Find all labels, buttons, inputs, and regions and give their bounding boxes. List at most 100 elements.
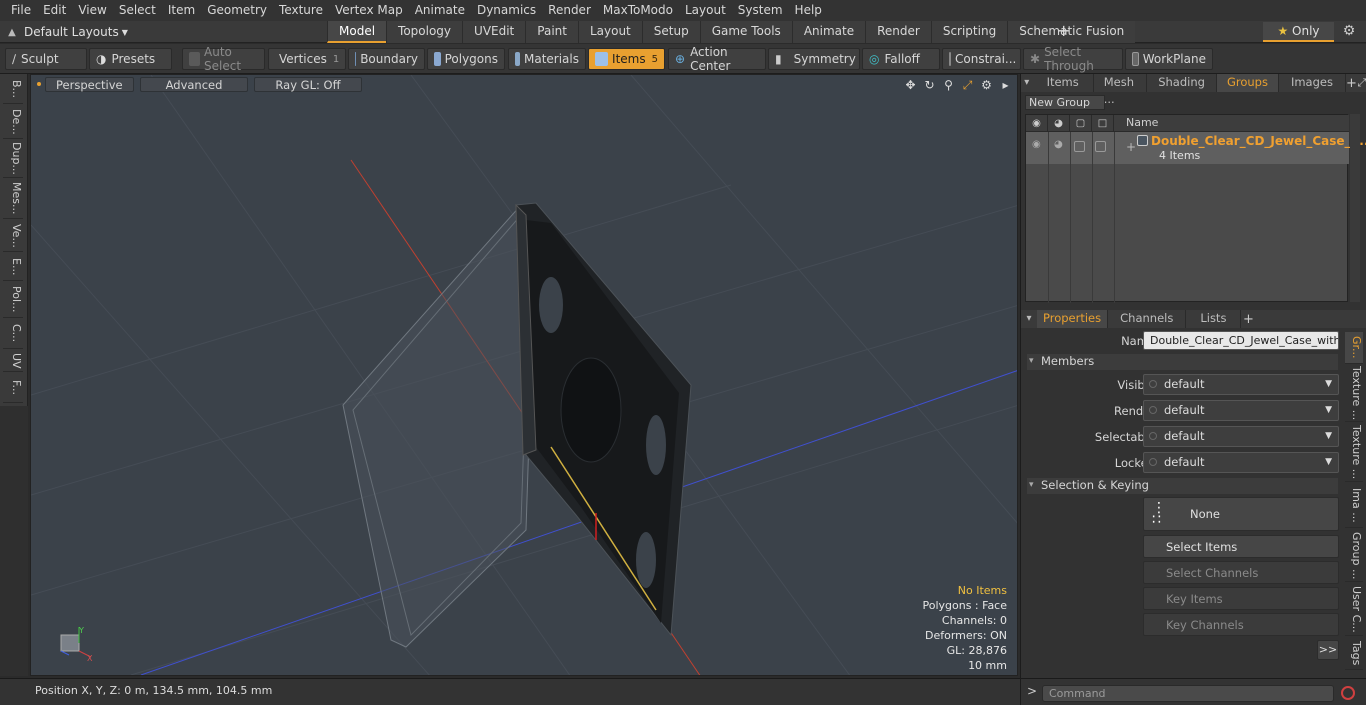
perspective-button[interactable]: Perspective [45,76,134,92]
visible-dropdown[interactable]: default ▼ [1143,374,1339,395]
row-render-icon[interactable]: ◕ [1054,139,1063,150]
left-tab-edge[interactable]: E... [3,253,23,281]
materials-button[interactable]: Materials [508,48,586,70]
menu-maxtomodo[interactable]: MaxToModo [597,0,679,21]
left-tab-duplicate[interactable]: Dup... [3,140,23,178]
row-eye-icon[interactable]: ◉ [1032,139,1041,150]
add-panel-tab-icon[interactable]: + [1346,76,1357,91]
groups-scrollbar[interactable] [1350,114,1360,302]
key-channels-button[interactable]: Key Channels [1143,613,1339,636]
side-tab-texture-1[interactable]: Texture ... [1345,366,1363,422]
falloff-button[interactable]: ◎ Falloff [862,48,940,70]
zoom-view-icon[interactable]: ⚲ [939,77,958,93]
side-tab-group[interactable]: Gr... [1345,332,1363,364]
left-tab-deform[interactable]: De... [3,105,23,139]
left-tab-vertex[interactable]: Ve... [3,220,23,252]
tab-layout[interactable]: Layout [577,21,642,43]
sculpt-button[interactable]: ∕ Sculpt [5,48,87,70]
layouts-dropdown[interactable]: ▲ Default Layouts ▼ [0,21,128,43]
3d-viewport[interactable]: Y X Perspective Advanced Ray GL: Off ✥ ↻… [30,74,1018,676]
left-tab-polygon[interactable]: Pol... [3,282,23,318]
tab-schematic-fusion[interactable]: Schematic Fusion [1007,21,1136,43]
left-tab-basic[interactable]: B... [3,76,23,104]
menu-render[interactable]: Render [542,0,597,21]
menu-system[interactable]: System [732,0,789,21]
side-tab-group-2[interactable]: Group ... [1345,530,1363,582]
left-tab-uv[interactable]: UV [3,350,23,372]
members-section[interactable]: Members [1027,354,1338,370]
more-button[interactable]: >> [1317,640,1339,660]
properties-menu-icon[interactable]: ▾ [1021,310,1037,328]
lock-icon[interactable]: □ [1092,115,1114,132]
selection-keying-section[interactable]: Selection & Keying [1027,478,1338,494]
tab-channels[interactable]: Channels [1108,310,1187,328]
menu-texture[interactable]: Texture [273,0,329,21]
new-group-button[interactable]: New Group [1025,95,1105,110]
tab-game-tools[interactable]: Game Tools [699,21,792,43]
key-items-button[interactable]: Key Items [1143,587,1339,610]
select-items-button[interactable]: Select Items [1143,535,1339,558]
menu-view[interactable]: View [72,0,112,21]
fit-view-icon[interactable]: ⤢ [958,77,977,93]
viewport-gear-icon[interactable]: ⚙ [977,77,996,93]
side-tab-texture-2[interactable]: Texture ... [1345,424,1363,482]
collapse-arrow-icon[interactable]: ▲ [0,27,24,38]
name-field[interactable]: Double_Clear_CD_Jewel_Case_with_B [1143,331,1339,350]
tab-paint[interactable]: Paint [525,21,578,43]
tab-images[interactable]: Images [1279,74,1346,92]
polygons-button[interactable]: Polygons [427,48,505,70]
tab-uvedit[interactable]: UVEdit [462,21,526,43]
none-button[interactable]: ⋮ ∷ None [1143,497,1339,531]
panel-menu-icon[interactable]: ▾ [1021,74,1033,92]
tab-model[interactable]: Model [327,21,387,43]
menu-vertex-map[interactable]: Vertex Map [329,0,409,21]
tab-topology[interactable]: Topology [386,21,463,43]
expand-panel-icon[interactable]: ⤢ [1357,76,1366,90]
command-input[interactable]: Command [1042,685,1334,702]
left-tab-curve[interactable]: C... [3,319,23,349]
selectable-dropdown[interactable]: default ▼ [1143,426,1339,447]
action-center-button[interactable]: ⊕ Action Center [668,45,766,73]
render-icon[interactable]: ◕ [1048,115,1070,132]
render-dropdown[interactable]: default ▼ [1143,400,1339,421]
only-button[interactable]: ★ Only [1263,22,1334,42]
tab-animate[interactable]: Animate [791,21,866,43]
tab-render[interactable]: Render [865,21,931,43]
menu-animate[interactable]: Animate [409,0,471,21]
gear-icon[interactable]: ⚙ [1339,22,1359,42]
record-icon[interactable] [1341,686,1355,700]
raygl-button[interactable]: Ray GL: Off [254,76,362,92]
move-view-icon[interactable]: ✥ [901,77,920,93]
tab-groups[interactable]: Groups [1216,74,1279,92]
tab-properties[interactable]: Properties [1037,310,1109,328]
symmetry-button[interactable]: ▮ Symmetry [768,48,860,70]
menu-dynamics[interactable]: Dynamics [471,0,542,21]
workplane-button[interactable]: WorkPlane [1125,48,1213,70]
side-tab-tags[interactable]: Tags [1345,638,1363,670]
menu-edit[interactable]: Edit [37,0,72,21]
auto-select-button[interactable]: Auto Select [182,45,265,73]
row-select-checkbox[interactable] [1074,141,1085,152]
menu-file[interactable]: File [5,0,37,21]
side-tab-user-channels[interactable]: User C... [1345,584,1363,636]
select-cube-icon[interactable]: ▢ [1070,115,1092,132]
group-row[interactable]: ◉ ◕ + Double_Clear_CD_Jewel_Case_ ... 4 … [1026,132,1366,164]
select-channels-button[interactable]: Select Channels [1143,561,1339,584]
row-lock-checkbox[interactable] [1095,141,1106,152]
tab-setup[interactable]: Setup [641,21,700,43]
menu-layout[interactable]: Layout [679,0,732,21]
advanced-button[interactable]: Advanced [139,76,249,92]
eye-icon[interactable]: ◉ [1026,115,1048,132]
add-tab-plus-icon[interactable]: + [1057,21,1071,43]
left-tab-fusion[interactable]: F... [3,373,23,403]
side-tab-image[interactable]: Ima ... [1345,484,1363,528]
menu-select[interactable]: Select [113,0,162,21]
tab-mesh[interactable]: Mesh ... [1094,74,1148,106]
boundary-button[interactable]: Boundary [348,48,425,70]
select-through-button[interactable]: ✱ Select Through [1023,45,1123,73]
vertices-button[interactable]: Vertices 1 [268,48,346,70]
items-button[interactable]: Items 5 [588,48,665,70]
tab-lists[interactable]: Lists [1186,310,1242,328]
tab-scripting[interactable]: Scripting [930,21,1008,43]
viewport-menu-dot-icon[interactable] [37,82,41,86]
